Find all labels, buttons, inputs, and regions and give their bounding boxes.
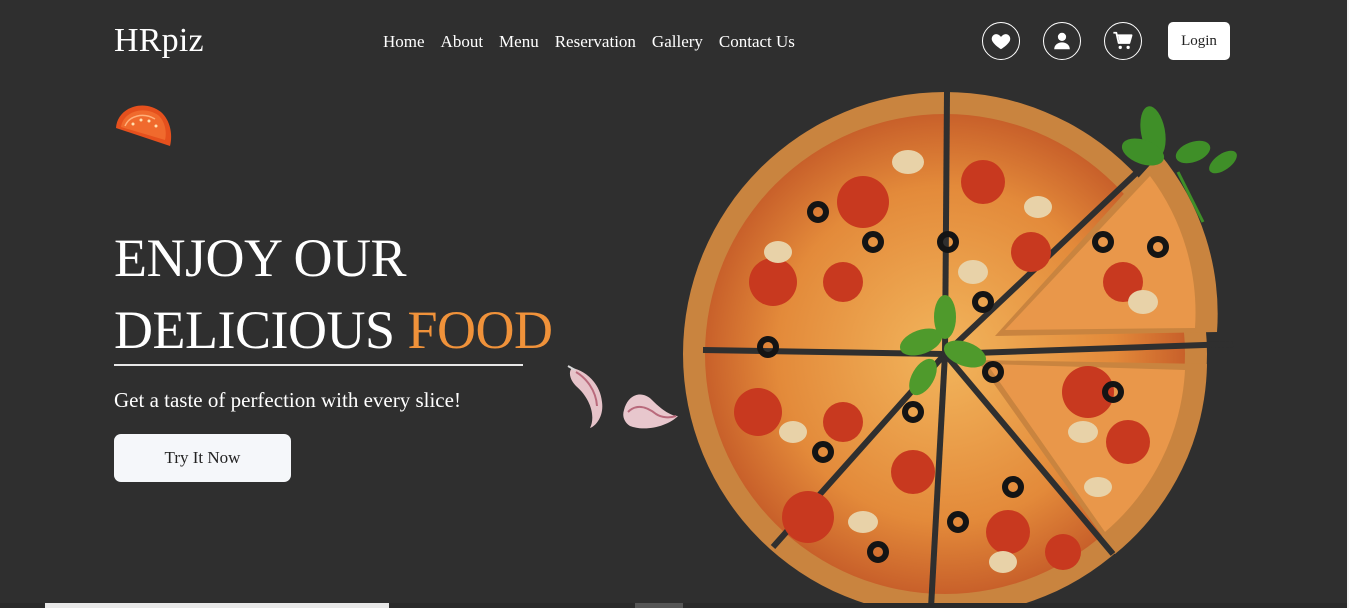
hero-line-1: ENJOY OUR <box>114 228 406 288</box>
hero-accent-word: FOOD <box>407 300 553 360</box>
hero-line-2-main: DELICIOUS <box>114 300 395 360</box>
user-icon <box>1054 32 1070 50</box>
nav-about[interactable]: About <box>441 32 484 52</box>
nav-menu[interactable]: Menu <box>499 32 539 52</box>
brand-logo[interactable]: HRpiz <box>114 22 204 60</box>
garlic-clove-image <box>567 365 603 428</box>
headline-underline <box>114 364 523 366</box>
pizza-hero-image <box>683 92 1243 608</box>
garlic-clove-image <box>623 394 678 429</box>
heart-icon <box>991 34 1011 50</box>
cart-button[interactable] <box>1104 22 1142 60</box>
account-button[interactable] <box>1043 22 1081 60</box>
hero-tagline: Get a taste of perfection with every sli… <box>114 388 461 412</box>
top-navbar: HRpiz Home About Menu Reservation Galler… <box>0 0 1349 86</box>
hero-headline: ENJOY OUR DELICIOUS FOOD <box>114 222 553 366</box>
tomato-slice-image <box>116 105 172 146</box>
login-button[interactable]: Login <box>1168 22 1230 60</box>
cart-icon <box>1113 31 1133 50</box>
scrollbar-indicator <box>635 603 683 608</box>
nav-contact-us[interactable]: Contact Us <box>719 32 795 52</box>
nav-gallery[interactable]: Gallery <box>652 32 703 52</box>
nav-home[interactable]: Home <box>383 32 425 52</box>
nav-reservation[interactable]: Reservation <box>555 32 636 52</box>
scrollbar-thumb[interactable] <box>45 603 389 608</box>
main-nav: Home About Menu Reservation Gallery Cont… <box>383 32 795 52</box>
hero-line-2: DELICIOUS FOOD <box>114 294 553 366</box>
wishlist-button[interactable] <box>982 22 1020 60</box>
try-it-now-button[interactable]: Try It Now <box>114 434 291 482</box>
